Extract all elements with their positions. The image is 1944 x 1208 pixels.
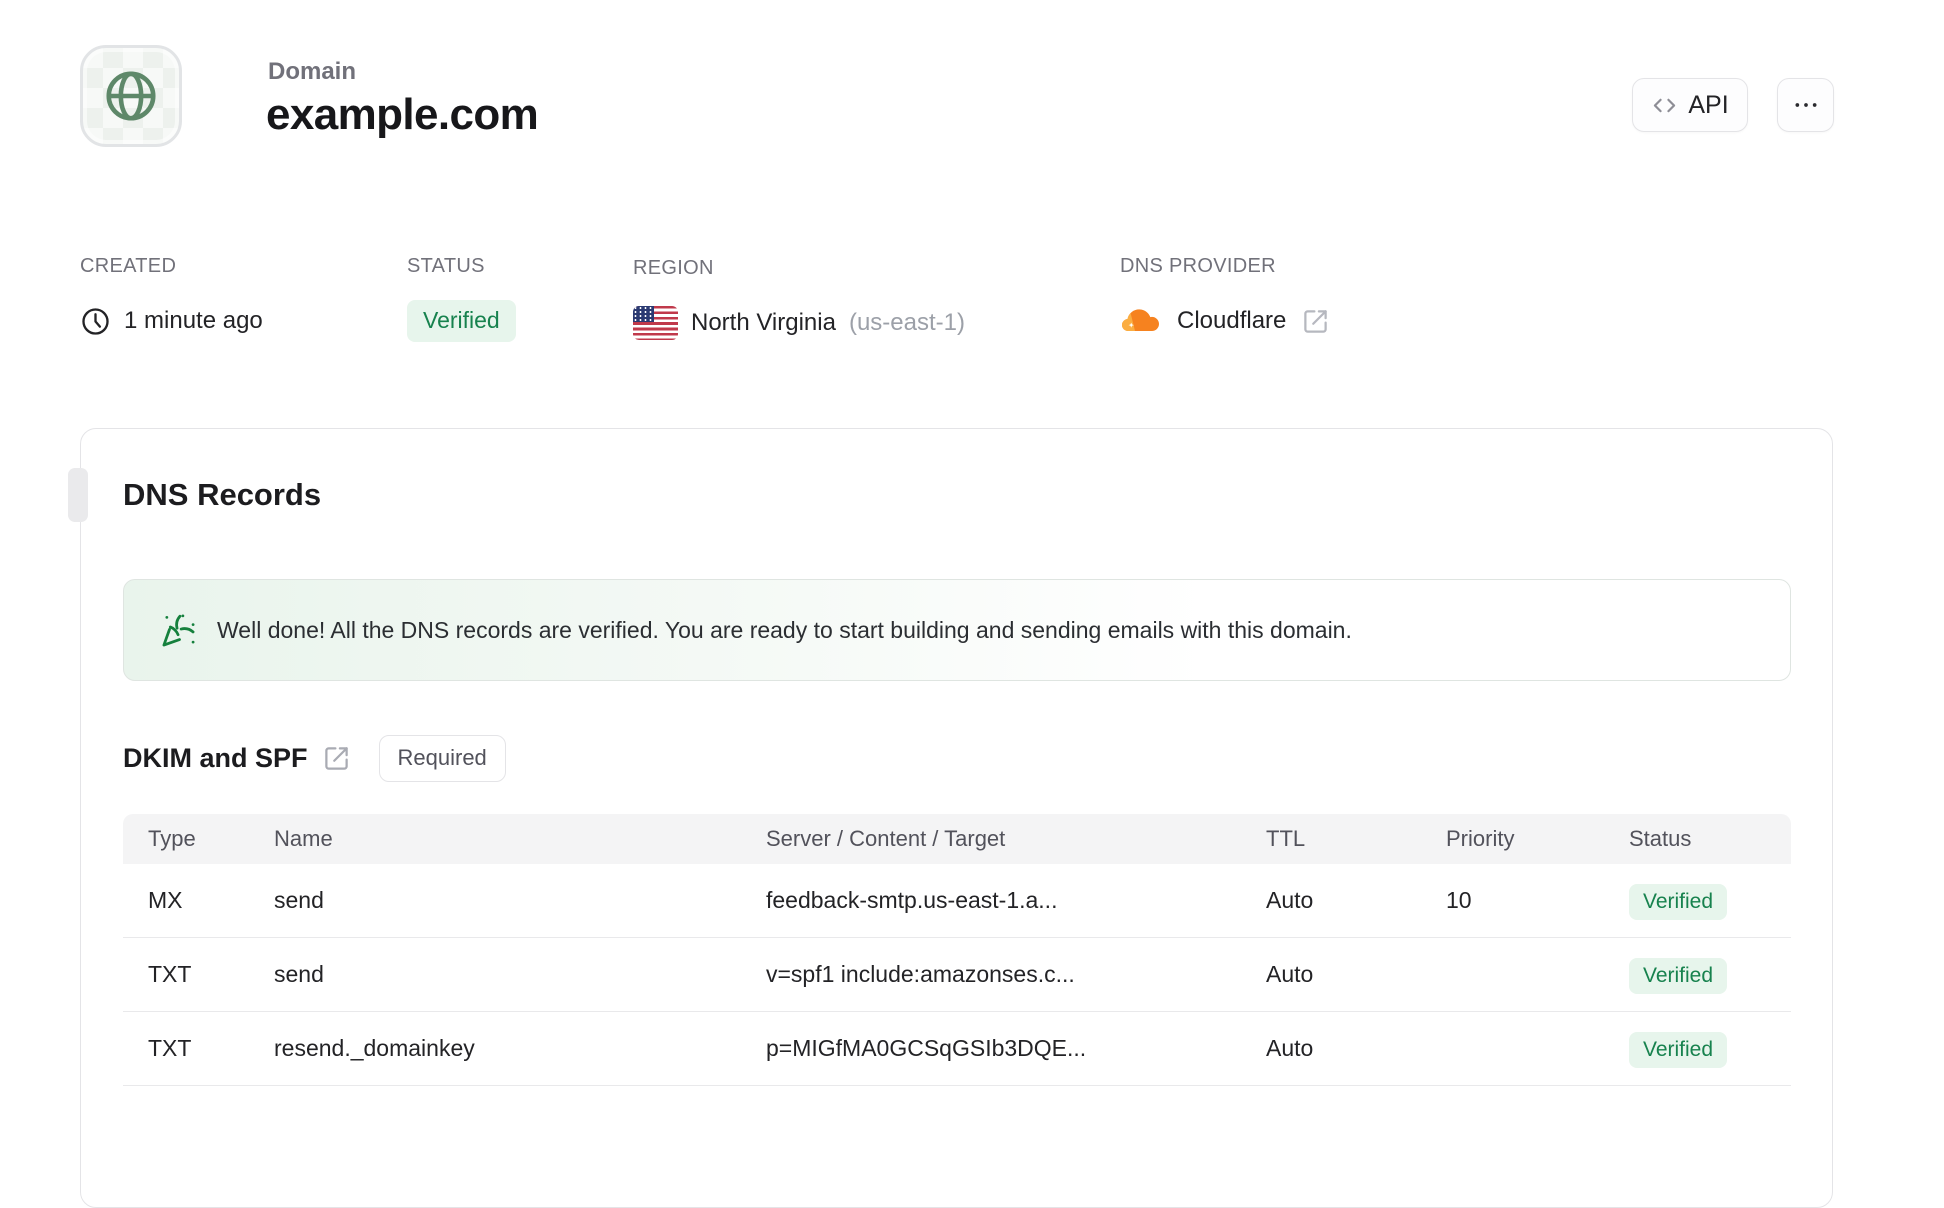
domain-avatar: [80, 45, 182, 147]
cloudflare-icon: [1120, 304, 1164, 338]
cell-name: send: [274, 961, 324, 987]
api-button-label: API: [1688, 90, 1729, 119]
page-title: example.com: [266, 90, 539, 139]
globe-icon: [102, 67, 160, 125]
cell-content: p=MIGfMA0GCSqGSIb3DQE...: [766, 1035, 1087, 1061]
meta-created: CREATED 1 minute ago: [80, 255, 263, 343]
dkim-spf-section-header: DKIM and SPF Required: [123, 735, 506, 782]
row-status-badge: Verified: [1629, 884, 1728, 920]
api-button[interactable]: API: [1632, 78, 1748, 132]
meta-created-value: 1 minute ago: [124, 307, 263, 334]
cell-content: feedback-smtp.us-east-1.a...: [766, 887, 1058, 913]
success-banner-text: Well done! All the DNS records are verif…: [217, 616, 1352, 643]
dkim-external-link-icon[interactable]: [323, 745, 350, 772]
section-scroll-indicator: [68, 468, 88, 522]
ellipsis-icon: [1793, 92, 1819, 118]
meta-dns-provider: DNS PROVIDER Cloudflare: [1120, 255, 1329, 343]
col-header-ttl: TTL: [1266, 826, 1306, 851]
required-badge: Required: [378, 735, 506, 782]
meta-created-label: CREATED: [80, 255, 177, 277]
cell-ttl: Auto: [1266, 961, 1314, 987]
cell-priority: 10: [1446, 887, 1472, 913]
meta-dns-provider-value: Cloudflare: [1177, 307, 1287, 334]
cell-name: send: [274, 887, 324, 913]
table-header-row: Type Name Server / Content / Target TTL …: [123, 814, 1791, 864]
dkim-spf-title: DKIM and SPF: [123, 743, 308, 773]
more-options-button[interactable]: [1777, 78, 1834, 132]
col-header-status: Status: [1629, 826, 1692, 851]
domain-eyebrow: Domain: [268, 58, 357, 85]
clock-icon: [80, 306, 111, 337]
meta-dns-provider-label: DNS PROVIDER: [1120, 255, 1276, 277]
code-icon: [1651, 92, 1678, 119]
status-badge: Verified: [407, 300, 516, 342]
col-header-type: Type: [148, 826, 196, 851]
col-header-priority: Priority: [1446, 826, 1515, 851]
table-row[interactable]: MX send feedback-smtp.us-east-1.a... Aut…: [123, 864, 1791, 938]
table-row[interactable]: TXT send v=spf1 include:amazonses.c... A…: [123, 938, 1791, 1012]
meta-region: REGION North Virginia (us-east-1): [633, 257, 965, 345]
cell-ttl: Auto: [1266, 887, 1314, 913]
meta-status: STATUS Verified: [407, 255, 516, 343]
row-status-badge: Verified: [1629, 958, 1728, 994]
cell-type: TXT: [148, 961, 192, 987]
col-header-name: Name: [274, 826, 333, 851]
party-popper-icon: [161, 613, 196, 648]
cell-content: v=spf1 include:amazonses.c...: [766, 961, 1075, 987]
success-banner: Well done! All the DNS records are verif…: [123, 579, 1791, 681]
dns-records-title: DNS Records: [123, 477, 322, 512]
meta-status-label: STATUS: [407, 255, 485, 277]
meta-region-label: REGION: [633, 257, 714, 279]
meta-region-code: (us-east-1): [848, 309, 965, 336]
col-header-content: Server / Content / Target: [766, 826, 1006, 851]
dns-records-table: Type Name Server / Content / Target TTL …: [123, 814, 1791, 1086]
cell-ttl: Auto: [1266, 1035, 1314, 1061]
table-body: MX send feedback-smtp.us-east-1.a... Aut…: [123, 864, 1791, 1086]
external-link-icon[interactable]: [1302, 308, 1329, 335]
cell-type: MX: [148, 887, 183, 913]
us-flag-icon: [633, 306, 678, 340]
meta-region-value: North Virginia: [691, 309, 836, 336]
cell-type: TXT: [148, 1035, 192, 1061]
table-row[interactable]: TXT resend._domainkey p=MIGfMA0GCSqGSIb3…: [123, 1012, 1791, 1086]
row-status-badge: Verified: [1629, 1032, 1728, 1068]
cell-name: resend._domainkey: [274, 1035, 475, 1061]
dns-records-card: DNS Records Well done! All the DNS recor…: [80, 428, 1833, 1208]
